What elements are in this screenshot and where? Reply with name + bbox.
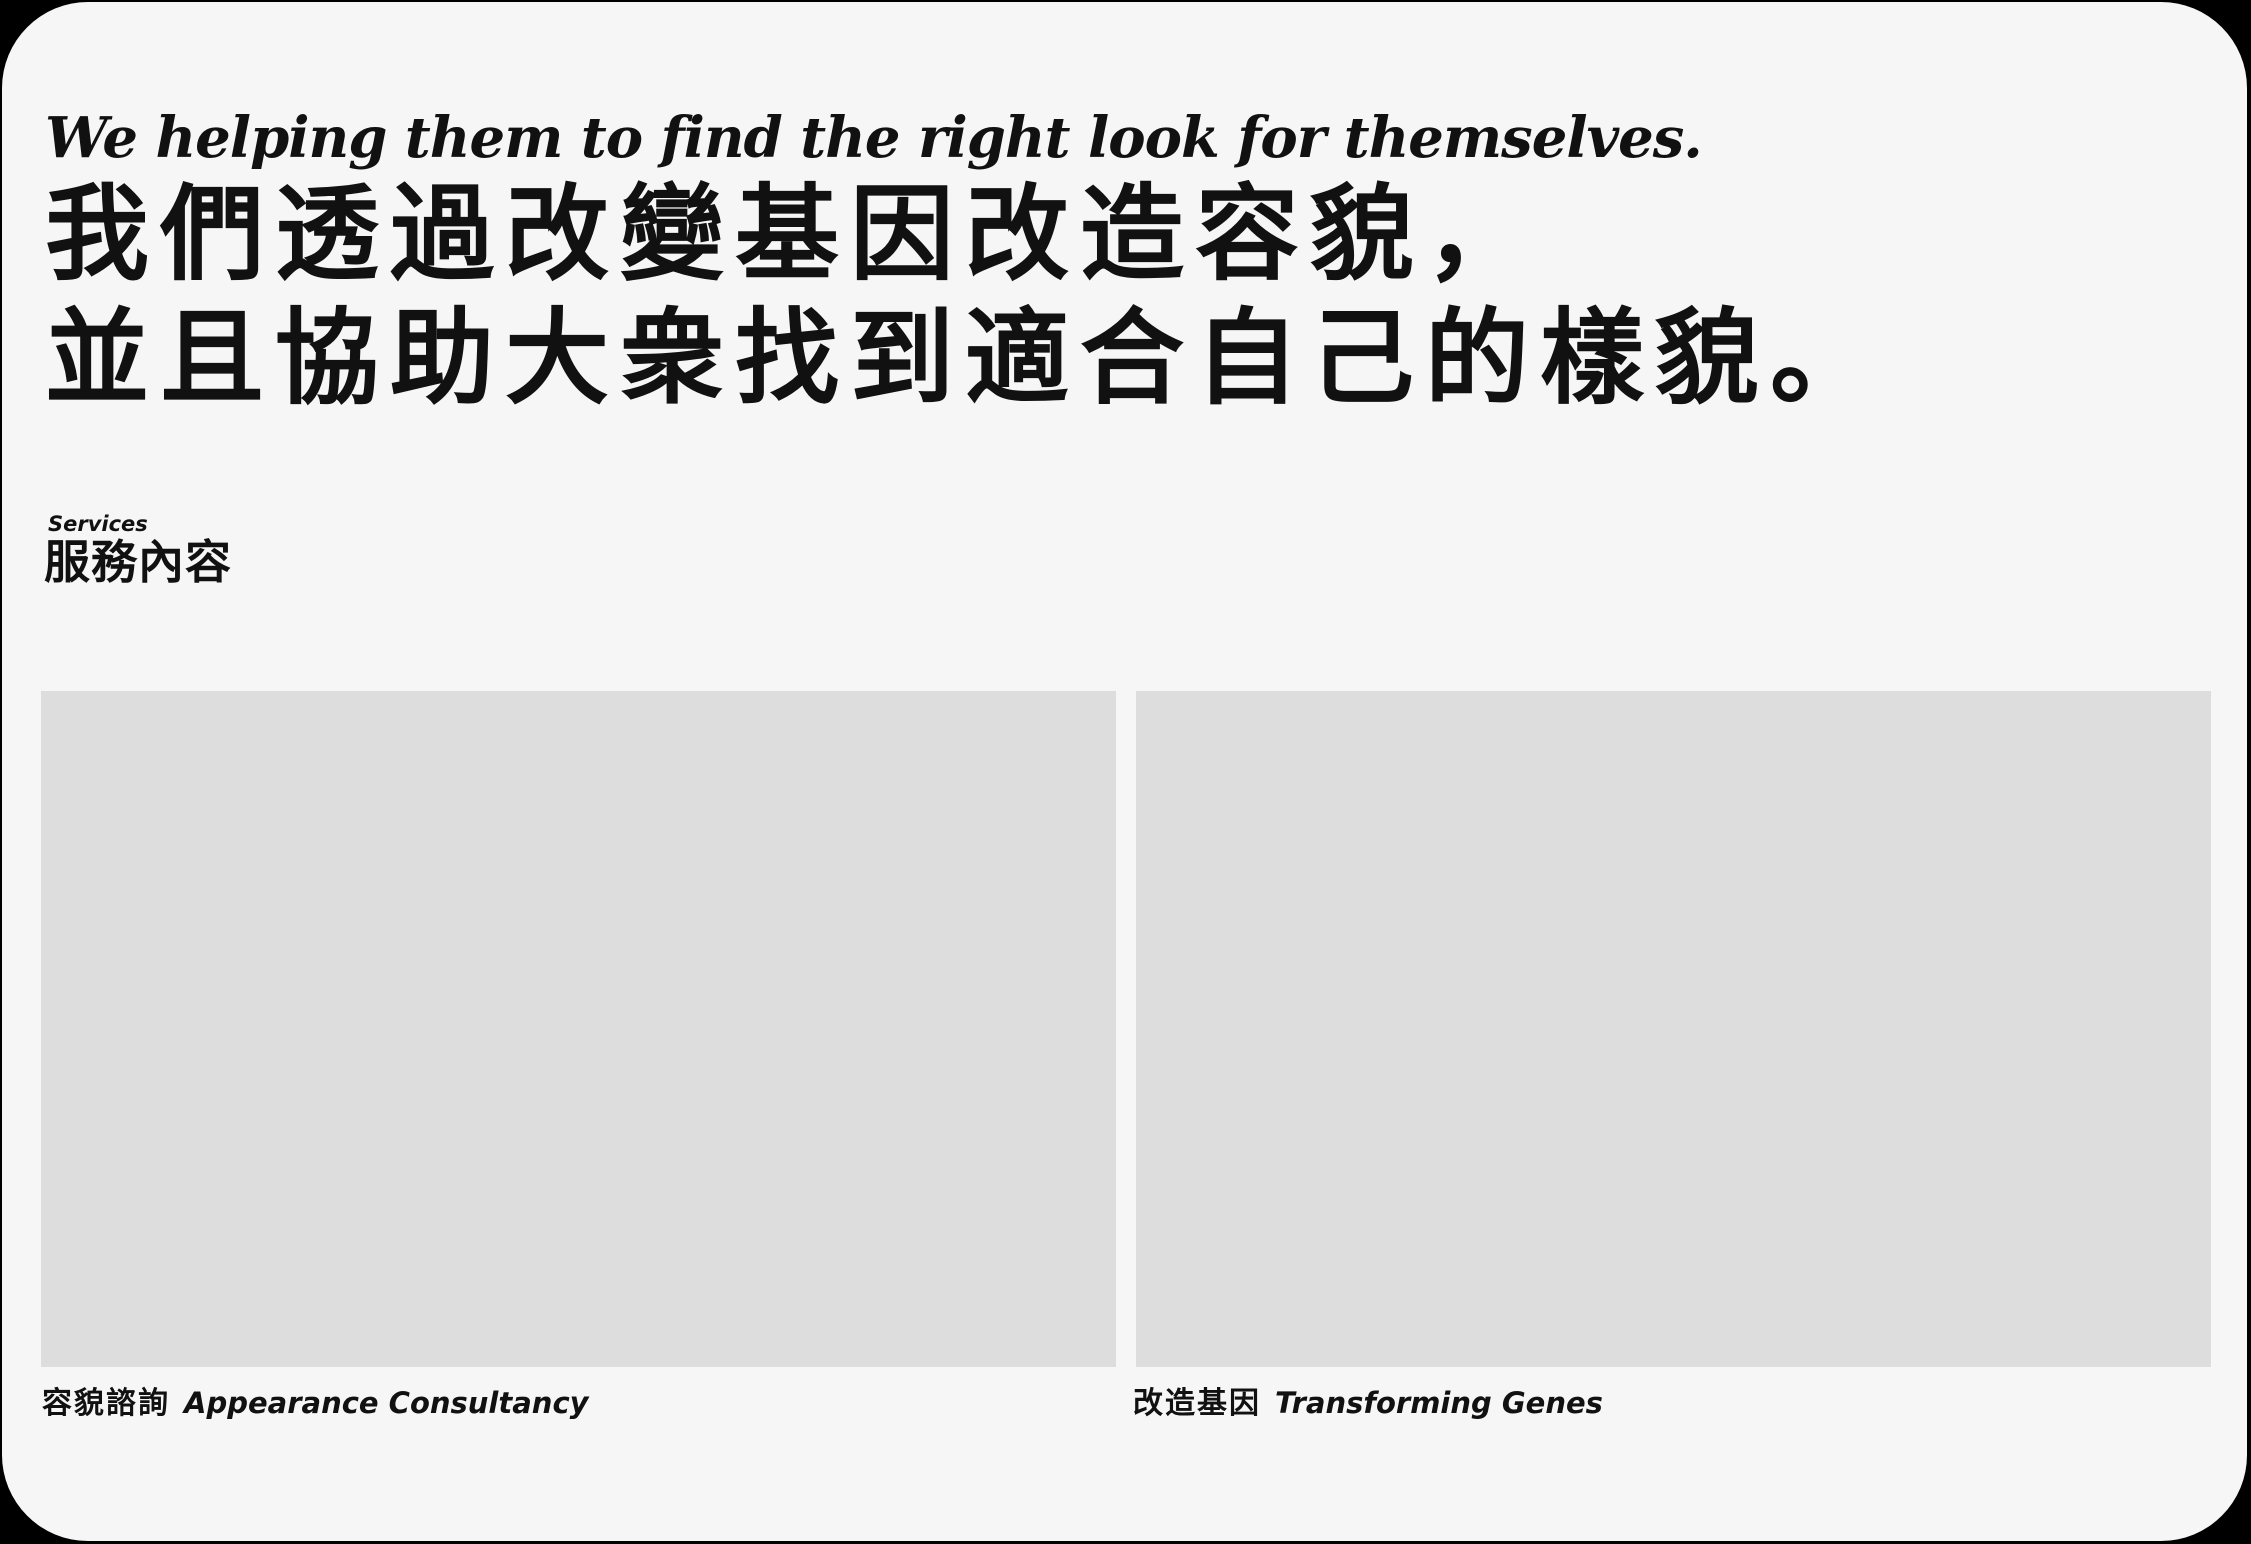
service-card-appearance-consultancy[interactable]: 容貌諮詢 Appearance Consultancy — [41, 691, 1116, 1421]
service-card-transforming-genes[interactable]: 改造基因 Transforming Genes — [1133, 691, 2211, 1421]
hero-tagline-chinese: 我們透過改變基因改造容貌， 並且協助大衆找到適合自己的樣貌。 — [45, 172, 1885, 420]
service-image-placeholder — [41, 691, 1116, 1367]
service-title-english: Transforming Genes — [1275, 1386, 1603, 1420]
hero-tagline-chinese-line-1: 我們透過改變基因改造容貌， — [45, 173, 1541, 295]
service-title-chinese: 容貌諮詢 — [42, 1386, 170, 1421]
services-label-english: Services — [48, 512, 148, 536]
service-image-placeholder — [1136, 691, 2211, 1367]
service-title-english: Appearance Consultancy — [184, 1386, 589, 1420]
service-caption: 容貌諮詢 Appearance Consultancy — [42, 1385, 589, 1422]
page-frame: We helping them to find the right look f… — [2, 2, 2247, 1541]
hero-tagline-chinese-line-2: 並且協助大衆找到適合自己的樣貌。 — [45, 297, 1886, 419]
hero-tagline-english: We helping them to find the right look f… — [45, 105, 1703, 171]
services-heading: 服務內容 — [44, 535, 232, 589]
service-title-chinese: 改造基因 — [1133, 1386, 1261, 1421]
service-caption: 改造基因 Transforming Genes — [1133, 1385, 1603, 1422]
